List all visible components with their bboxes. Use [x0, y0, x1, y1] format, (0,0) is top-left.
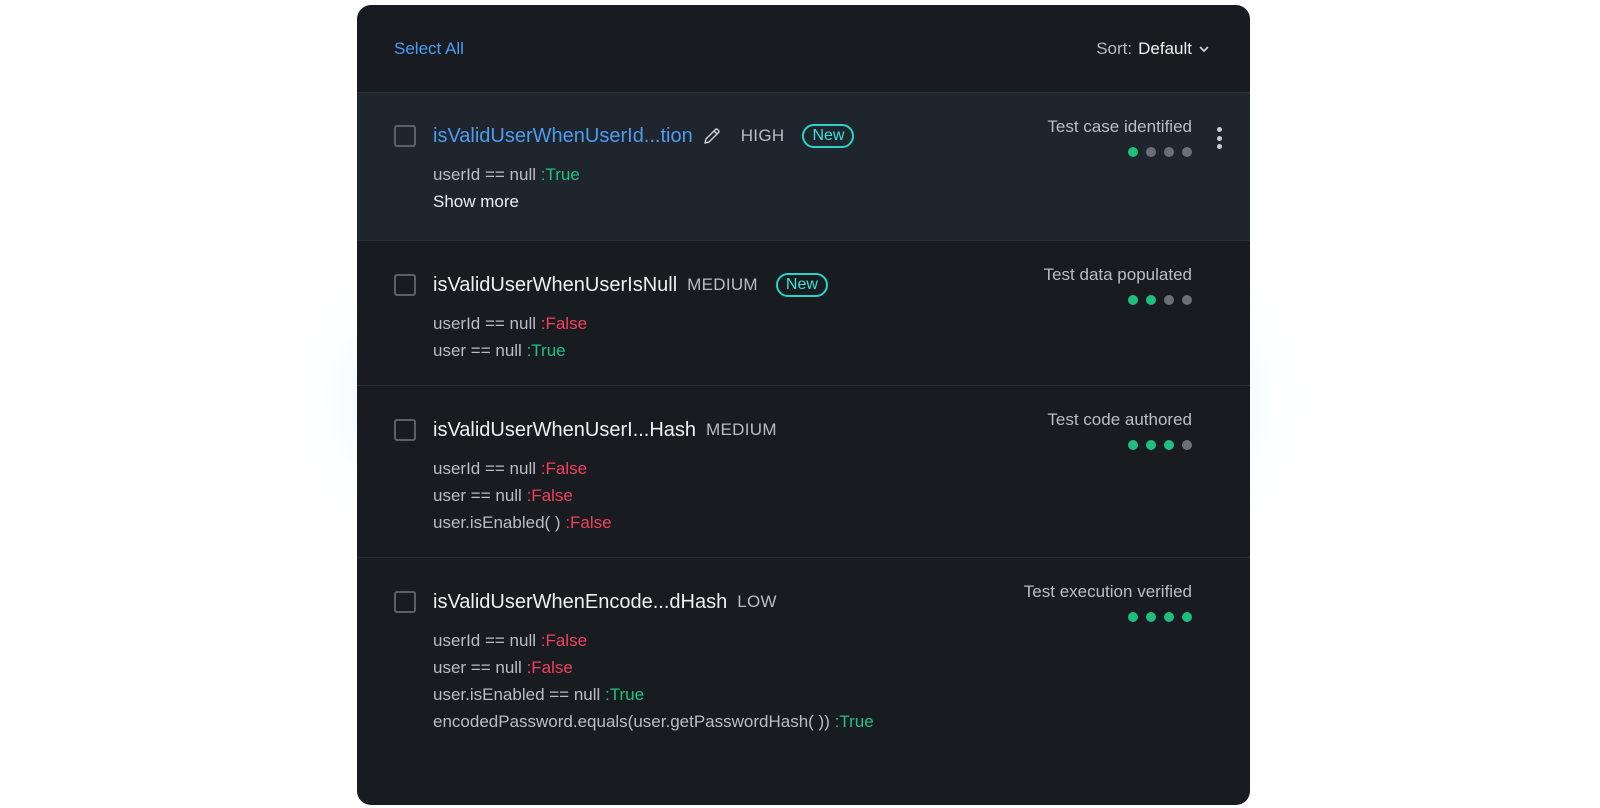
condition: user.isEnabled( ) :False — [433, 509, 612, 536]
test-case-row[interactable]: isValidUserWhenUserI...Hash MEDIUM userI… — [357, 385, 1250, 557]
progress-dots — [1044, 295, 1192, 305]
condition: user == null :False — [433, 654, 874, 681]
new-badge: New — [775, 273, 828, 297]
condition: user == null :True — [433, 337, 587, 364]
test-case-title[interactable]: isValidUserWhenUserId...tion — [433, 125, 693, 148]
progress-dot — [1128, 612, 1138, 622]
sort-value: Default — [1138, 38, 1192, 58]
condition-result: :True — [540, 165, 580, 184]
progress-dot — [1182, 295, 1192, 305]
progress-dot — [1182, 147, 1192, 157]
progress-dot — [1128, 295, 1138, 305]
test-case-row[interactable]: isValidUserWhenUserIsNull MEDIUM New use… — [357, 240, 1250, 385]
progress-dot — [1146, 612, 1156, 622]
condition-result: :False — [540, 631, 588, 650]
toolbar: Select All Sort: Default — [357, 5, 1250, 92]
status-text: Test data populated — [1043, 265, 1192, 284]
title-line: isValidUserWhenUserI...Hash MEDIUM — [433, 415, 777, 445]
progress-dot — [1164, 147, 1174, 157]
status: Test execution verified — [1024, 582, 1192, 622]
condition-expr: user == null — [433, 341, 522, 360]
progress-dot — [1164, 295, 1174, 305]
progress-dot — [1128, 440, 1138, 450]
condition-result: :False — [540, 459, 588, 478]
status-text: Test case identified — [1047, 117, 1192, 136]
row-checkbox[interactable] — [394, 419, 416, 441]
priority-label: LOW — [737, 592, 777, 611]
chevron-down-icon — [1199, 46, 1209, 52]
title-line: isValidUserWhenUserId...tion HIGH New — [433, 121, 855, 151]
row-checkbox[interactable] — [394, 591, 416, 613]
pencil-icon[interactable] — [701, 125, 723, 147]
conditions-list: userId == null :True Show more — [433, 161, 580, 212]
test-case-title: isValidUserWhenUserIsNull — [433, 273, 678, 296]
progress-dot — [1146, 295, 1156, 305]
condition: user == null :False — [433, 482, 612, 509]
sort-dropdown[interactable]: Sort: Default — [1096, 39, 1210, 59]
condition-expr: userId == null — [433, 314, 537, 333]
conditions-list: userId == null :False user == null :Fals… — [433, 455, 612, 536]
progress-dots — [1047, 147, 1192, 157]
condition-expr: userId == null — [433, 631, 537, 650]
stage: Select All Sort: Default isValidUserWhen… — [0, 0, 1600, 808]
row-checkbox[interactable] — [394, 274, 416, 296]
title-line: isValidUserWhenUserIsNull MEDIUM New — [433, 270, 828, 300]
condition-expr: user == null — [433, 486, 522, 505]
condition-result: :False — [526, 486, 573, 505]
title-line: isValidUserWhenEncode...dHash LOW — [433, 587, 777, 617]
test-case-panel: Select All Sort: Default isValidUserWhen… — [357, 5, 1250, 805]
select-all-link[interactable]: Select All — [394, 39, 464, 59]
sort-label: Sort: — [1096, 38, 1133, 58]
kebab-menu-icon[interactable] — [1212, 127, 1226, 149]
progress-dot — [1182, 440, 1192, 450]
progress-dots — [1047, 440, 1192, 450]
row-checkbox[interactable] — [394, 125, 416, 147]
test-case-title: isValidUserWhenEncode...dHash — [433, 590, 728, 613]
condition-result: :True — [834, 712, 874, 731]
conditions-list: userId == null :False user == null :Fals… — [433, 627, 874, 735]
condition: userId == null :False — [433, 310, 587, 337]
new-badge: New — [802, 124, 855, 148]
progress-dots — [1024, 612, 1192, 622]
condition-result: :True — [526, 341, 566, 360]
condition-result: :False — [540, 314, 588, 333]
test-case-row[interactable]: isValidUserWhenEncode...dHash LOW userId… — [357, 557, 1250, 805]
progress-dot — [1164, 440, 1174, 450]
condition-expr: userId == null — [433, 165, 537, 184]
condition: user.isEnabled == null :True — [433, 681, 874, 708]
conditions-list: userId == null :False user == null :True — [433, 310, 587, 364]
condition: userId == null :False — [433, 455, 612, 482]
status: Test case identified — [1047, 117, 1192, 157]
priority-label: MEDIUM — [706, 420, 777, 439]
condition-expr: user == null — [433, 658, 522, 677]
condition: encodedPassword.equals(user.getPasswordH… — [433, 708, 874, 735]
show-more-link[interactable]: Show more — [433, 192, 580, 212]
status: Test data populated — [1044, 265, 1192, 305]
condition-expr: user.isEnabled == null — [433, 685, 601, 704]
condition: userId == null :False — [433, 627, 874, 654]
condition-expr: userId == null — [433, 459, 537, 478]
condition-result: :False — [565, 513, 612, 532]
test-case-title: isValidUserWhenUserI...Hash — [433, 418, 697, 441]
status-text: Test code authored — [1047, 410, 1192, 429]
progress-dot — [1146, 440, 1156, 450]
test-case-row[interactable]: isValidUserWhenUserId...tion HIGH New us… — [357, 92, 1250, 240]
progress-dot — [1182, 612, 1192, 622]
status: Test code authored — [1047, 410, 1192, 450]
condition-expr: encodedPassword.equals(user.getPasswordH… — [433, 712, 830, 731]
condition-result: :False — [526, 658, 573, 677]
progress-dot — [1164, 612, 1174, 622]
progress-dot — [1146, 147, 1156, 157]
priority-label: MEDIUM — [687, 275, 758, 294]
condition-result: :True — [605, 685, 645, 704]
progress-dot — [1128, 147, 1138, 157]
priority-label: HIGH — [740, 126, 785, 145]
condition-expr: user.isEnabled( ) — [433, 513, 561, 532]
status-text: Test execution verified — [1023, 582, 1192, 601]
condition: userId == null :True — [433, 161, 580, 188]
